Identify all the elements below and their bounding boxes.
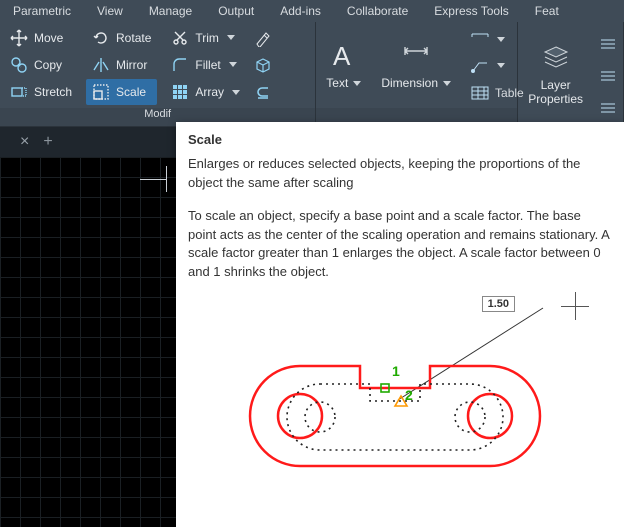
marker-1: 1 [392, 363, 400, 379]
menu-express-tools[interactable]: Express Tools [421, 0, 521, 22]
move-label: Move [34, 31, 63, 45]
layer-state-icon[interactable] [597, 35, 619, 53]
dimension-icon [400, 40, 432, 72]
menu-parametric[interactable]: Parametric [0, 0, 84, 22]
trim-icon [171, 29, 189, 47]
dropdown-icon[interactable] [229, 62, 237, 67]
leader-icon [469, 57, 491, 75]
fillet-button[interactable]: Fillet [165, 52, 246, 78]
erase-icon[interactable] [254, 29, 272, 47]
tab-new-icon[interactable]: + [43, 133, 52, 151]
dropdown-icon[interactable] [443, 81, 451, 86]
layer-properties-button[interactable]: Layer Properties [518, 22, 593, 126]
layer-lock-icon[interactable] [597, 99, 619, 117]
dropdown-icon[interactable] [497, 63, 505, 68]
tooltip-illustration: 1.50 1 2 [225, 296, 575, 486]
tab-close-icon[interactable]: × [20, 133, 29, 151]
trim-button[interactable]: Trim [165, 25, 246, 51]
scale-icon [92, 83, 110, 101]
subset-icon[interactable] [254, 83, 272, 101]
move-button[interactable]: Move [4, 25, 78, 51]
stretch-icon [10, 83, 28, 101]
rotate-label: Rotate [116, 31, 151, 45]
menu-view[interactable]: View [84, 0, 136, 22]
text-icon: A [328, 40, 360, 72]
scale-tooltip: Scale Enlarges or reduces selected objec… [176, 122, 624, 527]
dropdown-icon[interactable] [232, 90, 240, 95]
scale-diagram: 1 2 [225, 296, 575, 486]
array-button[interactable]: Array [165, 79, 246, 105]
text-button[interactable]: A Text [316, 22, 371, 108]
fillet-icon [171, 56, 189, 74]
menu-feat[interactable]: Feat [522, 0, 572, 22]
menu-output[interactable]: Output [205, 0, 267, 22]
layer-freeze-icon[interactable] [597, 67, 619, 85]
rotate-icon [92, 29, 110, 47]
stretch-label: Stretch [34, 85, 72, 99]
layer-properties-label: Properties [528, 92, 583, 106]
menu-addins[interactable]: Add-ins [267, 0, 334, 22]
dimension-label: Dimension [381, 76, 438, 90]
svg-text:A: A [333, 41, 351, 71]
scale-value-box: 1.50 [482, 296, 515, 312]
copy-icon [10, 56, 28, 74]
mirror-label: Mirror [116, 58, 147, 72]
menu-collaborate[interactable]: Collaborate [334, 0, 421, 22]
layer-label: Layer [541, 78, 571, 92]
dropdown-icon[interactable] [227, 35, 235, 40]
copy-label: Copy [34, 58, 62, 72]
dropdown-icon[interactable] [497, 37, 505, 42]
scale-label: Scale [116, 85, 146, 99]
array-icon [171, 83, 189, 101]
panel-modify: Move Copy Stretch Rotate [0, 22, 316, 126]
stretch-button[interactable]: Stretch [4, 79, 78, 105]
panel-annotation: A Text Dimension Table [316, 22, 518, 126]
table-icon [469, 84, 491, 102]
menu-manage[interactable]: Manage [136, 0, 205, 22]
mirror-button[interactable]: Mirror [86, 52, 157, 78]
move-icon [10, 29, 28, 47]
array-label: Array [195, 85, 224, 99]
tooltip-detail: To scale an object, specify a base point… [188, 207, 612, 282]
dimension-button[interactable]: Dimension [371, 22, 461, 108]
panel-layers: Layer Properties [518, 22, 624, 126]
dropdown-icon[interactable] [353, 81, 361, 86]
fillet-label: Fillet [195, 58, 220, 72]
tooltip-title: Scale [188, 132, 612, 147]
linear-icon [469, 30, 491, 48]
text-label: Text [326, 76, 348, 90]
ribbon: Move Copy Stretch Rotate [0, 22, 624, 127]
scale-button[interactable]: Scale [86, 79, 157, 105]
marker-2: 2 [405, 387, 413, 403]
mirror-icon [92, 56, 110, 74]
layers-icon [540, 42, 572, 74]
box-icon[interactable] [254, 56, 272, 74]
tooltip-summary: Enlarges or reduces selected objects, ke… [188, 155, 612, 193]
menubar: Parametric View Manage Output Add-ins Co… [0, 0, 624, 22]
rotate-button[interactable]: Rotate [86, 25, 157, 51]
trim-label: Trim [195, 31, 219, 45]
copy-button[interactable]: Copy [4, 52, 78, 78]
